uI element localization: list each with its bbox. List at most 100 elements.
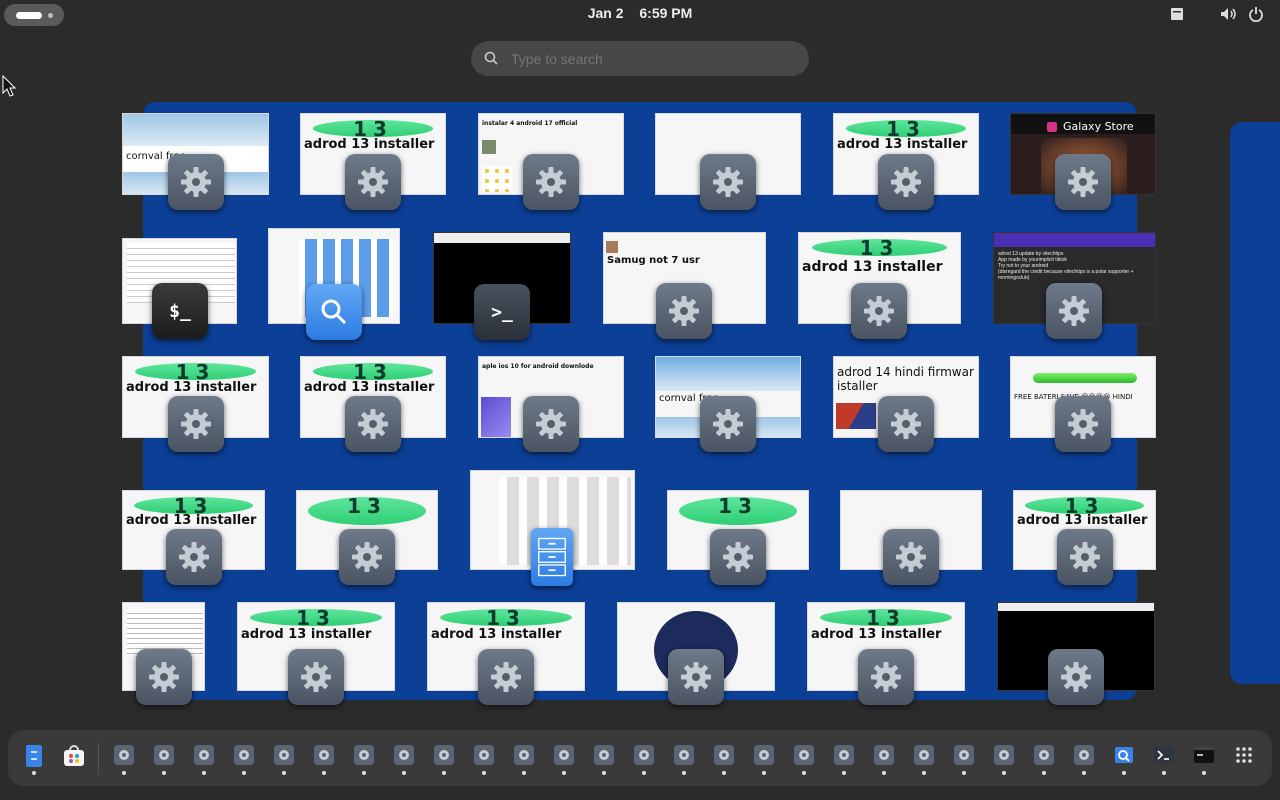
terminal-dark-icon[interactable] bbox=[1194, 745, 1214, 765]
gear-icon bbox=[1048, 649, 1104, 705]
gear-icon bbox=[1057, 529, 1113, 585]
gear-icon bbox=[656, 283, 712, 339]
running-indicator bbox=[242, 771, 246, 775]
gear-app-icon[interactable] bbox=[674, 745, 694, 765]
gear-app-icon[interactable] bbox=[754, 745, 774, 765]
screen-keyboard-icon[interactable] bbox=[1170, 6, 1184, 22]
app-grid-icon[interactable] bbox=[1234, 745, 1254, 765]
text-line: (disregard the credit because vitechtips… bbox=[998, 269, 1134, 281]
banner-13 bbox=[134, 494, 253, 518]
gear-icon bbox=[883, 529, 939, 585]
gear-app-icon[interactable] bbox=[354, 745, 374, 765]
file-manager-icon[interactable] bbox=[26, 745, 42, 767]
emoji-grid bbox=[482, 166, 512, 192]
battery-bar bbox=[1033, 373, 1137, 383]
window-title: Galaxy Store bbox=[1063, 120, 1134, 133]
running-indicator bbox=[162, 771, 166, 775]
window-title: adrod 13 installer bbox=[802, 259, 943, 275]
workspace-indicator bbox=[48, 13, 53, 18]
window-title: adrod 13 installer bbox=[126, 380, 257, 395]
gear-icon bbox=[168, 396, 224, 452]
clock[interactable]: Jan 2 6:59 PM bbox=[560, 5, 720, 21]
clock-date: Jan 2 bbox=[587, 5, 624, 21]
running-indicator bbox=[562, 771, 566, 775]
gear-icon bbox=[166, 529, 222, 585]
banner-13 bbox=[1025, 494, 1144, 518]
power-icon[interactable] bbox=[1249, 6, 1263, 22]
terminal-icon[interactable] bbox=[1154, 745, 1174, 765]
window-title: aple ios 10 for android downlode bbox=[482, 363, 594, 370]
gear-icon bbox=[523, 396, 579, 452]
running-indicator bbox=[642, 771, 646, 775]
gear-app-icon[interactable] bbox=[114, 745, 134, 765]
gear-app-icon[interactable] bbox=[474, 745, 494, 765]
gear-icon bbox=[1055, 396, 1111, 452]
running-indicator bbox=[322, 771, 326, 775]
gear-app-icon[interactable] bbox=[994, 745, 1014, 765]
title-bar bbox=[998, 603, 1154, 611]
gear-app-icon[interactable] bbox=[794, 745, 814, 765]
gear-app-icon[interactable] bbox=[234, 745, 254, 765]
banner-13 bbox=[312, 360, 434, 384]
terminal-icon: $_ bbox=[152, 283, 208, 339]
gear-app-icon[interactable] bbox=[594, 745, 614, 765]
software-store-icon[interactable] bbox=[63, 745, 85, 767]
gear-app-icon[interactable] bbox=[274, 745, 294, 765]
workspace-next[interactable] bbox=[1230, 122, 1280, 684]
gear-icon bbox=[136, 649, 192, 705]
gear-app-icon[interactable] bbox=[1034, 745, 1054, 765]
window-title: Samug not 7 usr bbox=[607, 255, 700, 266]
window-title: adrod 13 installer bbox=[241, 627, 372, 642]
running-indicator bbox=[1202, 771, 1206, 775]
window-title: adrod 13 installer bbox=[431, 627, 562, 642]
gear-icon bbox=[478, 649, 534, 705]
gear-app-icon[interactable] bbox=[874, 745, 894, 765]
activities-button[interactable] bbox=[4, 4, 64, 26]
window-title: adrod 13 installer bbox=[126, 513, 257, 528]
gear-app-icon[interactable] bbox=[634, 745, 654, 765]
volume-icon[interactable] bbox=[1220, 6, 1238, 22]
running-indicator bbox=[882, 771, 886, 775]
search-app-icon[interactable] bbox=[1114, 745, 1134, 765]
running-indicator bbox=[482, 771, 486, 775]
workspace-indicator-active bbox=[16, 12, 42, 19]
banner-13 bbox=[811, 236, 947, 260]
banner-13 bbox=[820, 606, 952, 630]
running-indicator bbox=[922, 771, 926, 775]
gear-icon bbox=[878, 154, 934, 210]
search-input[interactable] bbox=[471, 41, 809, 76]
gear-app-icon[interactable] bbox=[714, 745, 734, 765]
gear-app-icon[interactable] bbox=[914, 745, 934, 765]
gear-icon bbox=[668, 649, 724, 705]
ship-image bbox=[123, 114, 268, 146]
gear-app-icon[interactable] bbox=[434, 745, 454, 765]
gear-icon bbox=[168, 154, 224, 210]
gear-icon bbox=[851, 283, 907, 339]
thumbnail-image bbox=[482, 140, 496, 154]
running-indicator bbox=[1042, 771, 1046, 775]
running-indicator bbox=[682, 771, 686, 775]
gear-app-icon[interactable] bbox=[834, 745, 854, 765]
gear-app-icon[interactable] bbox=[554, 745, 574, 765]
gear-icon bbox=[339, 529, 395, 585]
window-title: adrod 13 installer bbox=[837, 137, 968, 152]
banner-13 bbox=[250, 606, 382, 630]
gear-icon bbox=[345, 154, 401, 210]
thumbnail-image bbox=[606, 241, 618, 253]
gear-icon bbox=[700, 396, 756, 452]
gear-app-icon[interactable] bbox=[514, 745, 534, 765]
banner-13 bbox=[312, 117, 434, 141]
banner-13 bbox=[679, 494, 797, 525]
running-indicator bbox=[842, 771, 846, 775]
gear-app-icon[interactable] bbox=[954, 745, 974, 765]
gear-app-icon[interactable] bbox=[154, 745, 174, 765]
running-indicator bbox=[762, 771, 766, 775]
gear-app-icon[interactable] bbox=[314, 745, 334, 765]
running-indicator bbox=[402, 771, 406, 775]
search-icon bbox=[484, 51, 498, 65]
window-title: adrod 13 installer bbox=[1017, 513, 1148, 528]
gear-app-icon[interactable] bbox=[194, 745, 214, 765]
gear-app-icon[interactable] bbox=[394, 745, 414, 765]
gear-app-icon[interactable] bbox=[1074, 745, 1094, 765]
running-indicator bbox=[362, 771, 366, 775]
